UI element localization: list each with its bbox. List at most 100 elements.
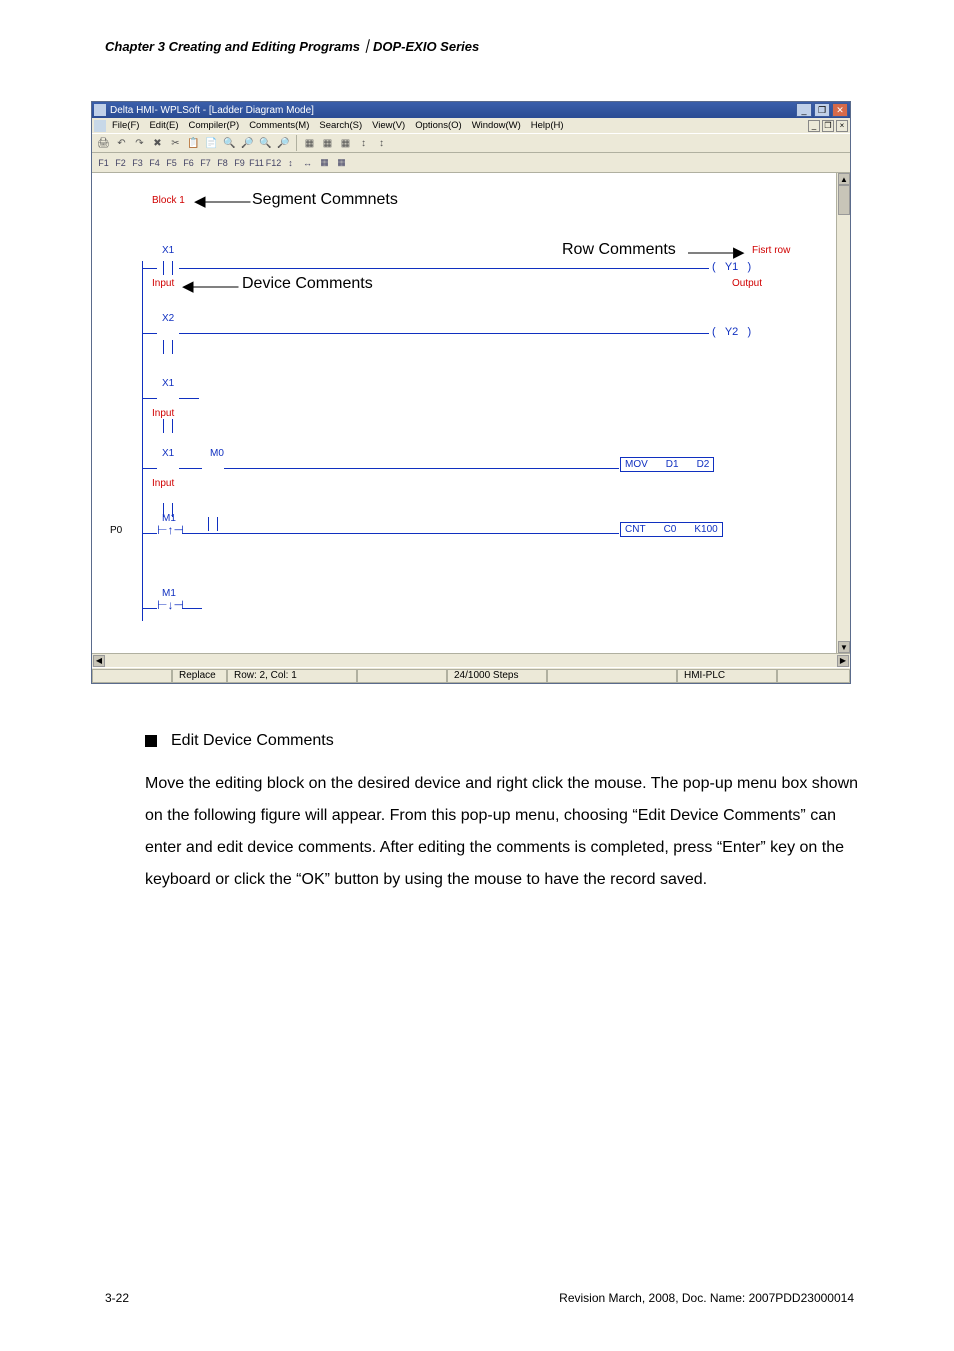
body-paragraph: Move the editing block on the desired de… — [145, 768, 859, 896]
status-mode: Replace — [172, 669, 227, 683]
zoomin-icon[interactable]: 🔍 — [258, 136, 273, 151]
status-target: HMI-PLC — [677, 669, 777, 683]
scroll-up-icon[interactable]: ▲ — [838, 173, 850, 185]
grid1-icon[interactable]: ▦ — [302, 136, 317, 151]
undo-icon[interactable]: ↶ — [114, 136, 129, 151]
statusbar: Replace Row: 2, Col: 1 24/1000 Steps HMI… — [92, 667, 850, 683]
page-number: 3-22 — [105, 1291, 129, 1305]
f11-button[interactable]: F11 — [249, 155, 264, 170]
body-heading: Edit Device Comments — [171, 732, 334, 750]
grid2-icon[interactable]: ▦ — [320, 136, 335, 151]
left-rail — [142, 261, 143, 621]
scroll-down-icon[interactable]: ▼ — [838, 641, 850, 653]
menu-help[interactable]: Help(H) — [531, 120, 564, 131]
tool-a-icon[interactable]: ↕ — [356, 136, 371, 151]
arrow-rowcomments: ———▶ — [688, 243, 745, 261]
vline-button[interactable]: ↕ — [283, 155, 298, 170]
f6-button[interactable]: F6 — [181, 155, 196, 170]
segment-annotation: Segment Commnets — [252, 191, 398, 209]
mdi-min-button[interactable]: _ — [808, 120, 820, 132]
horizontal-scrollbar[interactable]: ◀ ▶ — [92, 653, 850, 667]
paste-icon[interactable]: 📄 — [204, 136, 219, 151]
hline-button[interactable]: ↔ — [300, 155, 315, 170]
find-icon[interactable]: 🔍 — [222, 136, 237, 151]
menu-view[interactable]: View(V) — [372, 120, 405, 131]
f12-button[interactable]: F12 — [266, 155, 281, 170]
menu-search[interactable]: Search(S) — [319, 120, 362, 131]
contact-x1-2[interactable] — [157, 419, 179, 433]
menu-compiler[interactable]: Compiler(P) — [189, 120, 240, 131]
arrow-segment: ◀——— — [194, 192, 251, 210]
contact-m0[interactable] — [202, 517, 224, 531]
bullet-icon — [145, 735, 157, 747]
p0-label: P0 — [110, 525, 122, 536]
gridA-button[interactable]: ▦ — [317, 155, 332, 170]
menu-window[interactable]: Window(W) — [472, 120, 521, 131]
redo-icon[interactable]: ↷ — [132, 136, 147, 151]
f4-button[interactable]: F4 — [147, 155, 162, 170]
scroll-left-icon[interactable]: ◀ — [93, 655, 105, 667]
arrow-device: ◀——— — [182, 277, 239, 295]
x1-label-1: X1 — [162, 245, 174, 256]
x2-label: X2 — [162, 313, 174, 324]
delete-icon[interactable]: ✖ — [150, 136, 165, 151]
devicecomments-annotation: Device Comments — [242, 275, 373, 293]
print-icon[interactable]: 🖨 — [96, 136, 111, 151]
scroll-thumb[interactable] — [838, 185, 850, 215]
mdi-restore-button[interactable]: ❐ — [822, 120, 834, 132]
rowcomments-annotation: Row Comments — [562, 241, 676, 259]
contact-m1-rise[interactable]: ⊢↑⊣ — [157, 523, 184, 537]
f1-button[interactable]: F1 — [96, 155, 111, 170]
mdi-close-button[interactable]: × — [836, 120, 848, 132]
f2-button[interactable]: F2 — [113, 155, 128, 170]
mov-box[interactable]: MOVD1D2 — [620, 457, 714, 472]
app-window: Delta HMI- WPLSoft - [Ladder Diagram Mod… — [91, 101, 851, 684]
x1-label-3: X1 — [162, 448, 174, 459]
toolbar-main: 🖨 ↶ ↷ ✖ ✂ 📋 📄 🔍 🔎 🔍 🔎 ▦ ▦ ▦ ↕ ↕ — [92, 133, 850, 153]
gridB-button[interactable]: ▦ — [334, 155, 349, 170]
maximize-button[interactable]: ❐ — [814, 103, 830, 117]
f9-button[interactable]: F9 — [232, 155, 247, 170]
titlebar: Delta HMI- WPLSoft - [Ladder Diagram Mod… — [92, 102, 850, 118]
input-label-1: Input — [152, 278, 174, 289]
cnt-box[interactable]: CNTC0K100 — [620, 522, 723, 537]
menu-options[interactable]: Options(O) — [415, 120, 461, 131]
cut-icon[interactable]: ✂ — [168, 136, 183, 151]
block-label: Block 1 — [152, 195, 185, 206]
m0-label: M0 — [210, 448, 224, 459]
contact-x2[interactable] — [157, 340, 179, 354]
copy-icon[interactable]: 📋 — [186, 136, 201, 151]
grid3-icon[interactable]: ▦ — [338, 136, 353, 151]
chapter-heading: Chapter 3 Creating and Editing Programs｜… — [105, 36, 859, 55]
f7-button[interactable]: F7 — [198, 155, 213, 170]
vertical-scrollbar[interactable]: ▲ ▼ — [836, 173, 850, 653]
toolbar-separator — [296, 135, 297, 151]
contact-m1-fall[interactable]: ⊢↓⊣ — [157, 598, 184, 612]
minimize-button[interactable]: _ — [796, 103, 812, 117]
binoculars-icon[interactable]: 🔎 — [240, 136, 255, 151]
close-button[interactable]: ✕ — [832, 103, 848, 117]
menu-file[interactable]: File(F) — [112, 120, 139, 131]
ladder-canvas[interactable]: Block 1 ◀——— Segment Commnets Row Commen… — [92, 173, 836, 653]
f5-button[interactable]: F5 — [164, 155, 179, 170]
f3-button[interactable]: F3 — [130, 155, 145, 170]
scroll-right-icon[interactable]: ▶ — [837, 655, 849, 667]
status-steps: 24/1000 Steps — [447, 669, 547, 683]
menu-edit[interactable]: Edit(E) — [149, 120, 178, 131]
input-label-3: Input — [152, 478, 174, 489]
menu-comments[interactable]: Comments(M) — [249, 120, 309, 131]
revision-text: Revision March, 2008, Doc. Name: 2007PDD… — [559, 1291, 854, 1305]
contact-x1-1[interactable] — [157, 261, 179, 275]
coil-y2[interactable]: ( Y2 ) — [712, 326, 751, 338]
x1-label-2: X1 — [162, 378, 174, 389]
status-position: Row: 2, Col: 1 — [227, 669, 357, 683]
coil-y1[interactable]: ( Y1 ) — [712, 261, 751, 273]
f8-button[interactable]: F8 — [215, 155, 230, 170]
hscroll-track[interactable] — [106, 655, 836, 667]
zoomout-icon[interactable]: 🔎 — [276, 136, 291, 151]
input-label-2: Input — [152, 408, 174, 419]
doc-icon — [94, 120, 106, 132]
tool-b-icon[interactable]: ↕ — [374, 136, 389, 151]
toolbar-fkeys: F1 F2 F3 F4 F5 F6 F7 F8 F9 F11 F12 ↕ ↔ ▦… — [92, 153, 850, 173]
window-title: Delta HMI- WPLSoft - [Ladder Diagram Mod… — [110, 105, 314, 116]
